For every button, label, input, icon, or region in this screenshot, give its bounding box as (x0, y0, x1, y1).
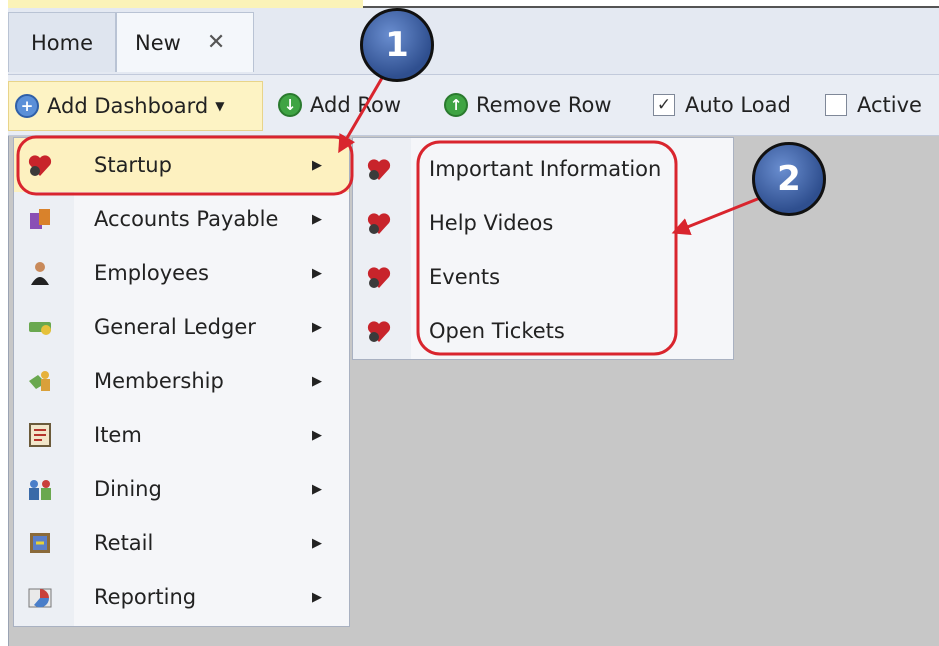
accounts-payable-icon (30, 209, 50, 229)
tab-home[interactable]: Home (8, 12, 116, 72)
auto-load-checkbox[interactable]: ✓ Auto Load (653, 75, 791, 135)
chevron-right-icon: ▶ (312, 157, 322, 173)
chevron-right-icon: ▶ (312, 535, 322, 551)
tab-new-label: New (135, 30, 181, 55)
chevron-right-icon: ▶ (312, 589, 322, 605)
menu-item-dining[interactable]: Dining ▶ (14, 462, 349, 516)
menu-item-item[interactable]: Item ▶ (14, 408, 349, 462)
menu-item-retail[interactable]: Retail ▶ (14, 516, 349, 570)
menu-item-membership[interactable]: Membership ▶ (14, 354, 349, 408)
menu-item-reporting[interactable]: Reporting ▶ (14, 570, 349, 624)
submenu-item-help-videos[interactable]: Help Videos (353, 196, 733, 250)
arrow-down-icon: ↓ (278, 93, 302, 117)
chevron-right-icon: ▶ (312, 265, 322, 281)
add-dashboard-menu: Startup ▶ Accounts Payable ▶ Employees ▶… (13, 137, 350, 627)
callout-2: 2 (752, 142, 826, 216)
add-dashboard-button[interactable]: + Add Dashboard ▼ (8, 81, 263, 131)
submenu-item-important-information[interactable]: Important Information (353, 142, 733, 196)
menu-item-accounts-payable[interactable]: Accounts Payable ▶ (14, 192, 349, 246)
callout-1: 1 (360, 8, 434, 82)
membership-icon (29, 371, 50, 391)
submenu-item-open-tickets[interactable]: Open Tickets (353, 304, 733, 358)
remove-row-button[interactable]: ↑ Remove Row (444, 75, 612, 135)
menu-item-startup[interactable]: Startup ▶ (14, 138, 349, 192)
menu-item-employees[interactable]: Employees ▶ (14, 246, 349, 300)
checkbox-empty-icon (825, 94, 847, 116)
startup-icon (367, 213, 391, 234)
item-icon (29, 423, 51, 447)
reporting-icon (28, 588, 52, 608)
startup-icon (28, 155, 52, 176)
general-ledger-icon (29, 322, 51, 335)
startup-submenu: Important Information Help Videos Events… (352, 137, 734, 360)
tab-new[interactable]: New ✕ (116, 12, 254, 72)
dining-icon (29, 480, 51, 500)
startup-icon (367, 267, 391, 288)
startup-icon (367, 159, 391, 180)
chevron-right-icon: ▶ (312, 319, 322, 335)
top-border (8, 0, 939, 8)
startup-icon (367, 321, 391, 342)
submenu-item-events[interactable]: Events (353, 250, 733, 304)
employees-icon (31, 262, 49, 285)
arrow-up-icon: ↑ (444, 93, 468, 117)
chevron-right-icon: ▶ (312, 427, 322, 443)
chevron-right-icon: ▶ (312, 211, 322, 227)
chevron-right-icon: ▶ (312, 481, 322, 497)
add-row-button[interactable]: ↓ Add Row (278, 75, 401, 135)
active-checkbox[interactable]: Active (825, 75, 922, 135)
chevron-down-icon: ▼ (215, 99, 225, 113)
check-icon: ✓ (653, 94, 675, 116)
retail-icon (30, 533, 50, 553)
chevron-right-icon: ▶ (312, 373, 322, 389)
add-icon: + (15, 94, 39, 118)
close-icon[interactable]: ✕ (207, 30, 225, 55)
menu-item-general-ledger[interactable]: General Ledger ▶ (14, 300, 349, 354)
